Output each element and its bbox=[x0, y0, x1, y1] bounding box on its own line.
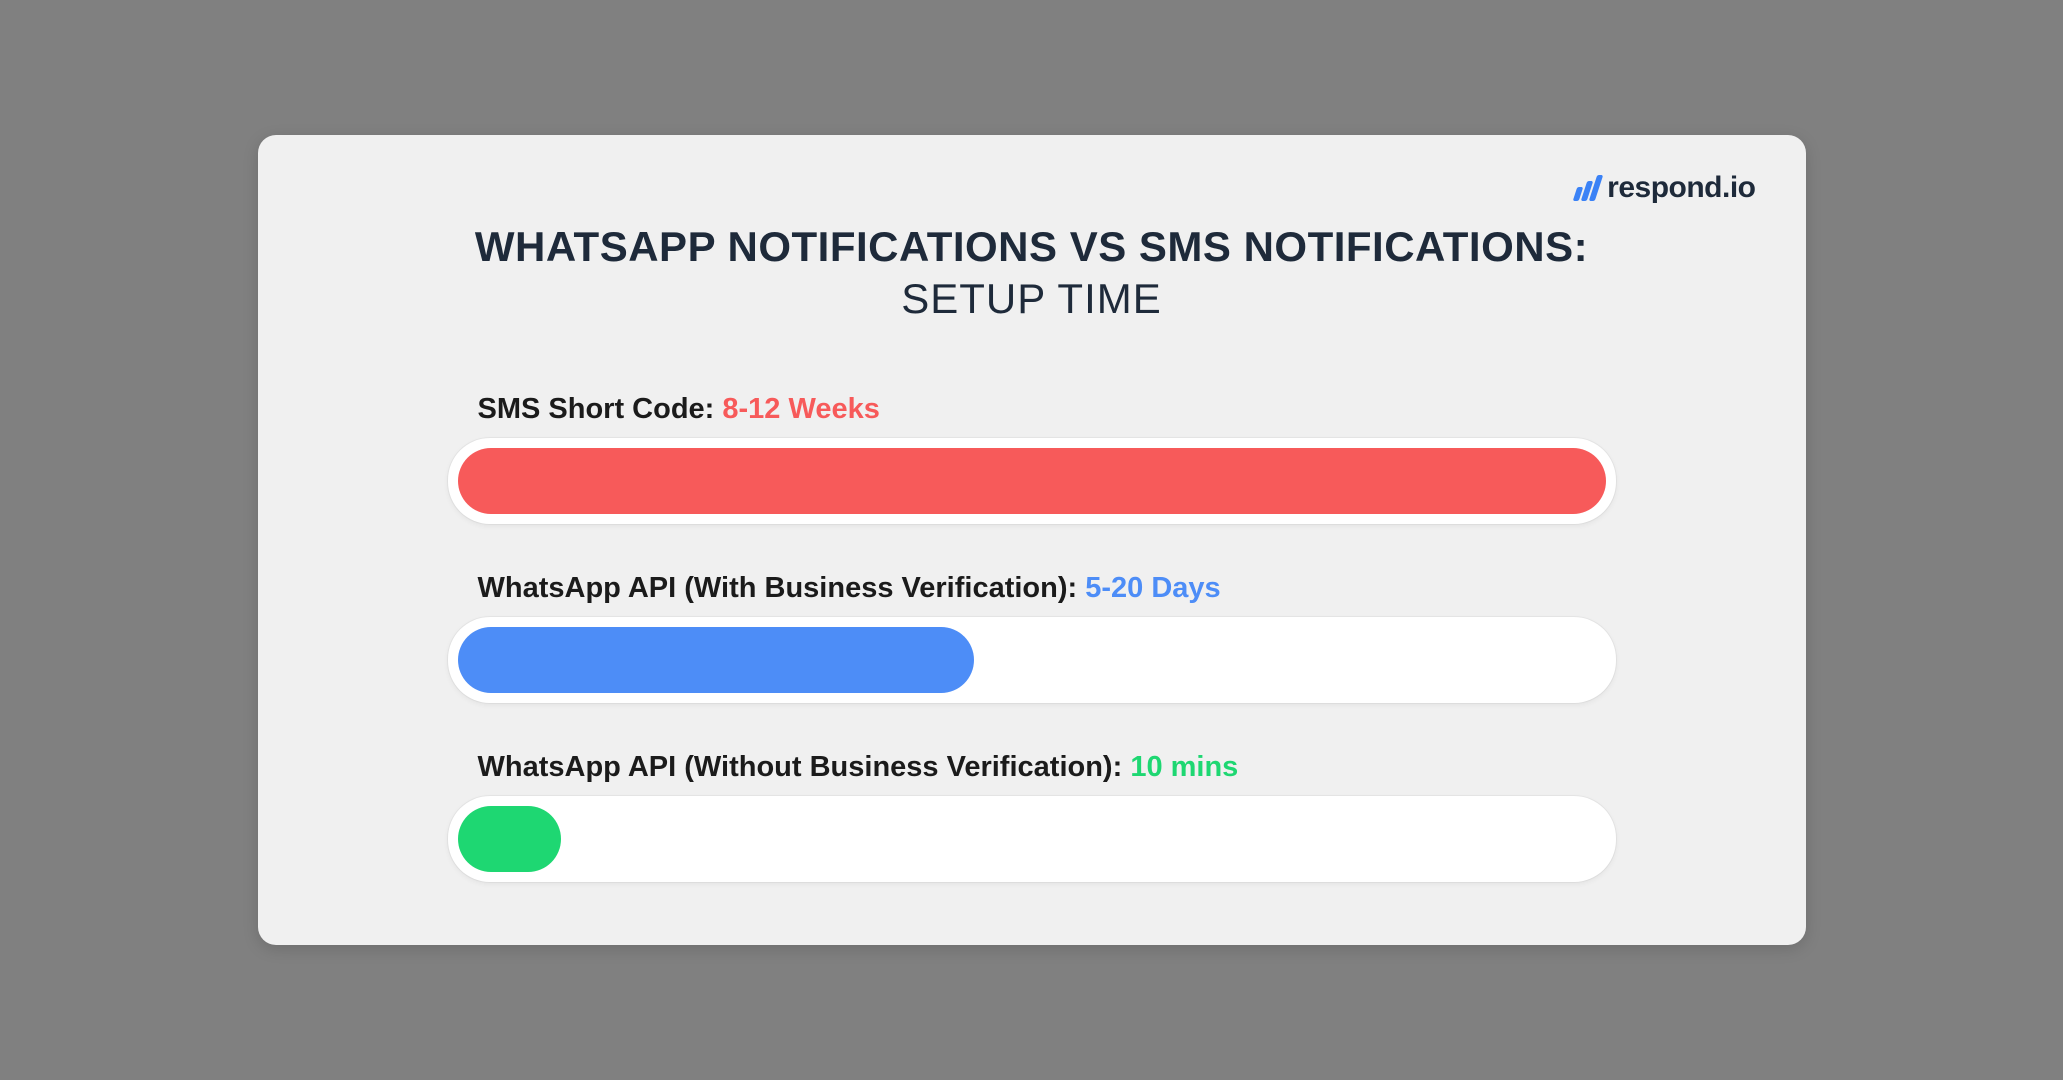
chart-card: respond.io WHATSAPP NOTIFICATIONS VS SMS… bbox=[258, 135, 1806, 945]
chart-title: WHATSAPP NOTIFICATIONS VS SMS NOTIFICATI… bbox=[298, 223, 1766, 271]
bar-row-whatsapp-api-verified: WhatsApp API (With Business Verification… bbox=[448, 572, 1616, 703]
bar-fill bbox=[458, 627, 975, 693]
bar-category: WhatsApp API (Without Business Verificat… bbox=[478, 751, 1113, 783]
bar-value-label: 5-20 Days bbox=[1085, 572, 1220, 604]
bar-category: SMS Short Code bbox=[478, 393, 705, 425]
bar-label: WhatsApp API (Without Business Verificat… bbox=[448, 751, 1616, 784]
bar-label: SMS Short Code: 8-12 Weeks bbox=[448, 393, 1616, 426]
bar-value-label: 8-12 Weeks bbox=[722, 393, 879, 425]
bar-track bbox=[448, 617, 1616, 703]
bar-label: WhatsApp API (With Business Verification… bbox=[448, 572, 1616, 605]
chart-bars: SMS Short Code: 8-12 Weeks WhatsApp API … bbox=[448, 393, 1616, 882]
brand-name: respond.io bbox=[1607, 171, 1755, 205]
bar-category: WhatsApp API (With Business Verification… bbox=[478, 572, 1068, 604]
bar-value-label: 10 mins bbox=[1130, 751, 1238, 783]
chart-title-block: WHATSAPP NOTIFICATIONS VS SMS NOTIFICATI… bbox=[298, 223, 1766, 323]
bar-row-sms-short-code: SMS Short Code: 8-12 Weeks bbox=[448, 393, 1616, 524]
bar-track bbox=[448, 438, 1616, 524]
brand-logo: respond.io bbox=[1575, 171, 1755, 205]
brand-logo-mark-icon bbox=[1575, 175, 1599, 201]
chart-subtitle: SETUP TIME bbox=[298, 275, 1766, 323]
bar-fill bbox=[458, 806, 561, 872]
bar-track bbox=[448, 796, 1616, 882]
bar-fill bbox=[458, 448, 1606, 514]
bar-row-whatsapp-api-unverified: WhatsApp API (Without Business Verificat… bbox=[448, 751, 1616, 882]
